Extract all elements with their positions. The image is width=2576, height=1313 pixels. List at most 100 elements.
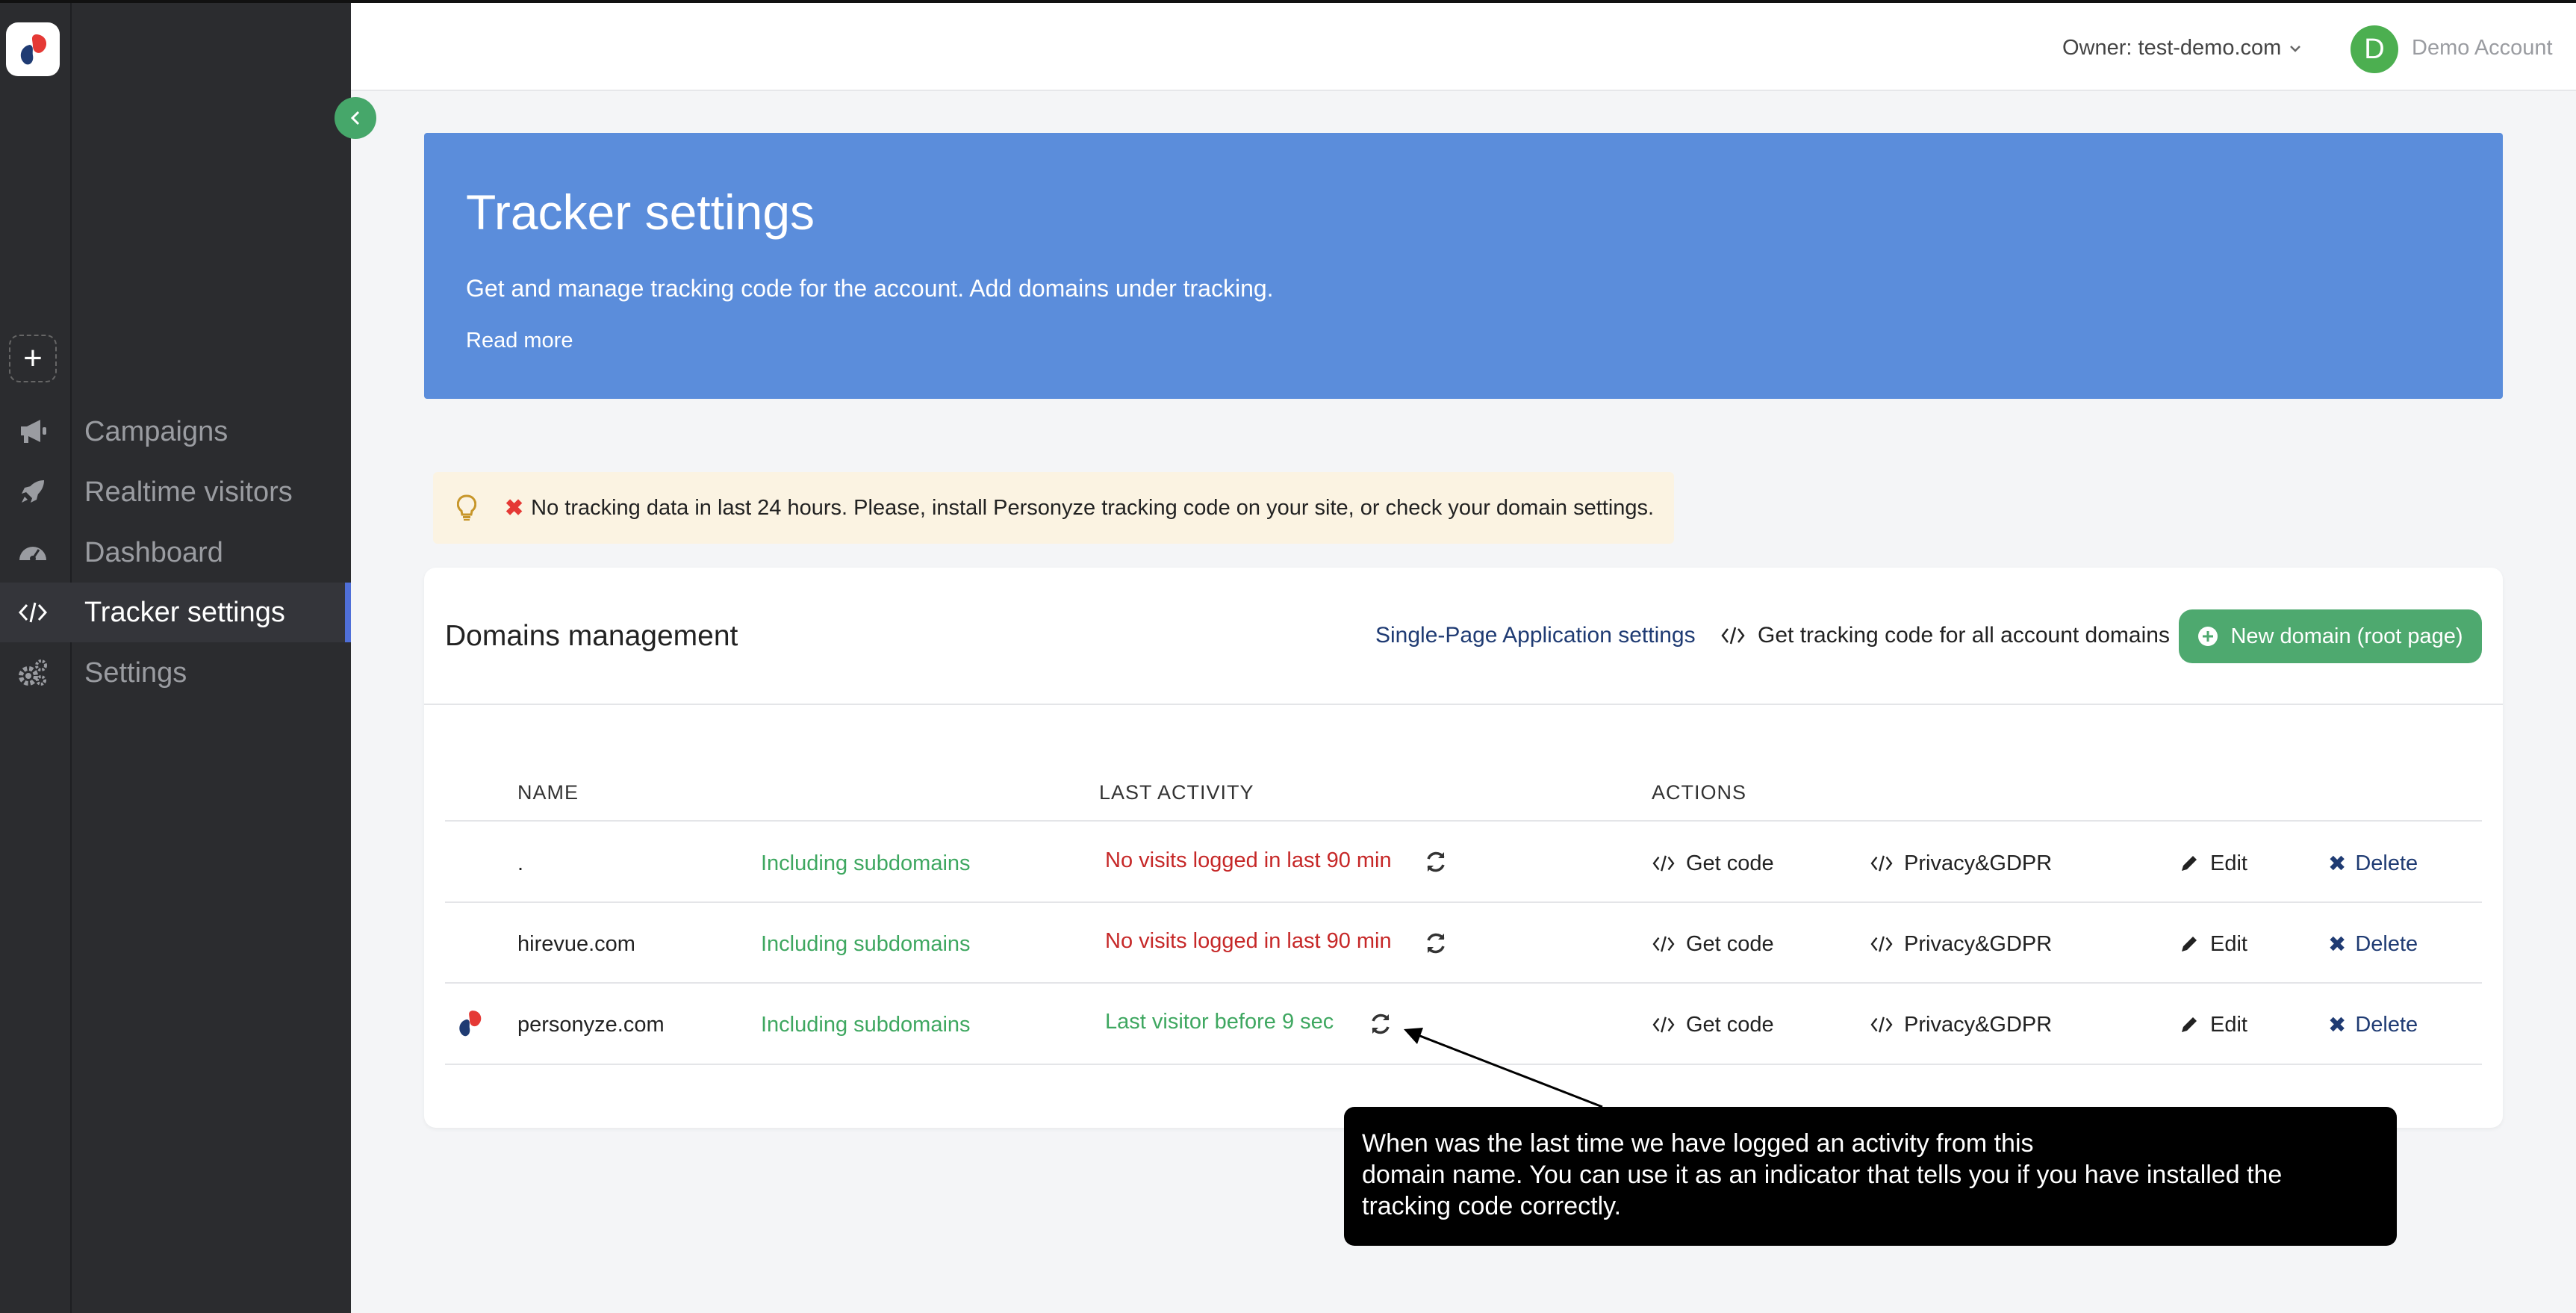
- row-divider: [445, 982, 2482, 984]
- hero-description: Get and manage tracking code for the acc…: [466, 275, 1274, 302]
- column-header-actions: ACTIONS: [1652, 781, 1747, 804]
- close-icon: ✖: [2328, 851, 2347, 876]
- domain-name: hirevue.com: [517, 931, 635, 956]
- row-divider: [445, 1064, 2482, 1065]
- top-bar: Owner: test-demo.com D Demo Account: [351, 3, 2576, 91]
- privacy-label: Privacy&GDPR: [1904, 931, 2053, 956]
- delete-button[interactable]: ✖ Delete: [2328, 848, 2418, 878]
- card-title: Domains management: [445, 620, 738, 652]
- sidebar-item-label: Tracker settings: [84, 596, 285, 628]
- close-icon: ✖: [2328, 932, 2347, 957]
- alert-text: No tracking data in last 24 hours. Pleas…: [531, 495, 1655, 520]
- get-code-link[interactable]: Get code: [1652, 929, 1774, 959]
- icon-rail: +: [0, 0, 72, 1313]
- code-icon: [1721, 627, 1745, 645]
- window-top-edge: [0, 0, 2576, 3]
- delete-button[interactable]: ✖ Delete: [2328, 1010, 2418, 1040]
- read-more-link[interactable]: Read more: [466, 329, 573, 353]
- column-header-name: NAME: [517, 781, 579, 804]
- plus-circle-icon: [2198, 627, 2218, 646]
- account-name[interactable]: Demo Account: [2412, 36, 2553, 60]
- privacy-label: Privacy&GDPR: [1904, 851, 2053, 875]
- pencil-icon: [2182, 1017, 2197, 1032]
- tooltip-line: domain name. You can use it as an indica…: [1362, 1161, 2283, 1189]
- card-divider: [424, 704, 2503, 705]
- privacy-gdpr-link[interactable]: Privacy&GDPR: [1870, 848, 2052, 878]
- get-code-link[interactable]: Get code: [1652, 848, 1774, 878]
- gears-icon[interactable]: [15, 655, 51, 691]
- avatar[interactable]: D: [2351, 25, 2398, 73]
- sidebar-item-dashboard[interactable]: Dashboard: [72, 523, 351, 583]
- refresh-icon[interactable]: [1423, 928, 1449, 958]
- sidebar: Campaigns Realtime visitors Dashboard Tr…: [72, 0, 351, 1313]
- domain-name: personyze.com: [517, 1012, 665, 1037]
- sidebar-item-tracker-settings[interactable]: Tracker settings: [72, 583, 351, 642]
- lightbulb-icon: [457, 494, 476, 521]
- delete-label: Delete: [2355, 931, 2418, 956]
- tooltip-line: When was the last time we have logged an…: [1362, 1129, 2034, 1158]
- sidebar-item-label: Campaigns: [84, 415, 228, 447]
- new-domain-button[interactable]: New domain (root page): [2179, 609, 2482, 663]
- delete-button[interactable]: ✖ Delete: [2328, 929, 2418, 959]
- subdomains-label: Including subdomains: [761, 1012, 971, 1037]
- code-icon: [1870, 1016, 1893, 1033]
- edit-button[interactable]: Edit: [2179, 929, 2247, 959]
- domains-card: Domains management Single-Page Applicati…: [424, 568, 2503, 1128]
- chevron-left-icon: [350, 111, 360, 125]
- subdomains-label: Including subdomains: [761, 931, 971, 956]
- sidebar-item-label: Settings: [84, 656, 187, 689]
- error-x-icon: ✖: [505, 495, 524, 521]
- personyze-logo-icon[interactable]: [6, 22, 60, 76]
- add-icon[interactable]: +: [9, 335, 57, 382]
- new-domain-label: New domain (root page): [2230, 624, 2463, 648]
- code-icon[interactable]: [15, 595, 51, 630]
- owner-dropdown[interactable]: Owner: test-demo.com: [2062, 36, 2302, 60]
- pencil-icon: [2182, 856, 2197, 871]
- edit-button[interactable]: Edit: [2179, 848, 2247, 878]
- code-icon: [1652, 936, 1675, 952]
- edit-label: Edit: [2210, 1012, 2247, 1037]
- column-header-last-activity: LAST ACTIVITY: [1099, 781, 1254, 804]
- edit-label: Edit: [2210, 851, 2247, 875]
- privacy-gdpr-link[interactable]: Privacy&GDPR: [1870, 1010, 2052, 1040]
- tracking-alert: ✖ No tracking data in last 24 hours. Ple…: [433, 472, 1674, 544]
- get-code-label: Get code: [1686, 1012, 1774, 1037]
- spa-settings-link[interactable]: Single-Page Application settings: [1375, 623, 1696, 648]
- edit-button[interactable]: Edit: [2179, 1010, 2247, 1040]
- get-code-label: Get code: [1686, 931, 1774, 956]
- last-activity-status: No visits logged in last 90 min: [1105, 848, 1392, 872]
- pencil-icon: [2182, 937, 2197, 952]
- refresh-icon[interactable]: [1368, 1009, 1393, 1039]
- personyze-favicon-icon: [452, 1007, 487, 1040]
- get-code-label: Get code: [1686, 851, 1774, 875]
- sidebar-item-label: Dashboard: [84, 536, 223, 568]
- get-all-code-label: Get tracking code for all account domain…: [1758, 623, 2170, 648]
- sidebar-item-campaigns[interactable]: Campaigns: [72, 402, 351, 462]
- code-icon: [1652, 1016, 1675, 1033]
- last-activity-status: Last visitor before 9 sec: [1105, 1009, 1334, 1034]
- close-icon: ✖: [2328, 1013, 2347, 1037]
- get-all-code-link[interactable]: Get tracking code for all account domain…: [1720, 623, 2170, 648]
- get-code-link[interactable]: Get code: [1652, 1010, 1774, 1040]
- hero-banner: Tracker settings Get and manage tracking…: [424, 133, 2503, 399]
- privacy-gdpr-link[interactable]: Privacy&GDPR: [1870, 929, 2052, 959]
- code-icon: [1870, 936, 1893, 952]
- sidebar-item-label: Realtime visitors: [84, 476, 293, 508]
- refresh-icon[interactable]: [1423, 847, 1449, 877]
- chevron-down-icon: [2290, 45, 2301, 52]
- owner-label: Owner: test-demo.com: [2062, 36, 2282, 60]
- collapse-sidebar-button[interactable]: [335, 97, 376, 139]
- dashboard-gauge-icon[interactable]: [15, 534, 51, 570]
- tooltip-line: tracking code correctly.: [1362, 1192, 1622, 1220]
- sidebar-item-realtime-visitors[interactable]: Realtime visitors: [72, 462, 351, 522]
- code-icon: [1652, 855, 1675, 872]
- subdomains-label: Including subdomains: [761, 851, 971, 875]
- code-icon: [1870, 855, 1893, 872]
- rocket-icon[interactable]: [15, 474, 51, 509]
- page-title: Tracker settings: [466, 184, 815, 240]
- megaphone-icon[interactable]: [15, 413, 51, 449]
- domain-name: .: [517, 851, 524, 875]
- delete-label: Delete: [2355, 851, 2418, 875]
- edit-label: Edit: [2210, 931, 2247, 956]
- sidebar-item-settings[interactable]: Settings: [72, 643, 351, 703]
